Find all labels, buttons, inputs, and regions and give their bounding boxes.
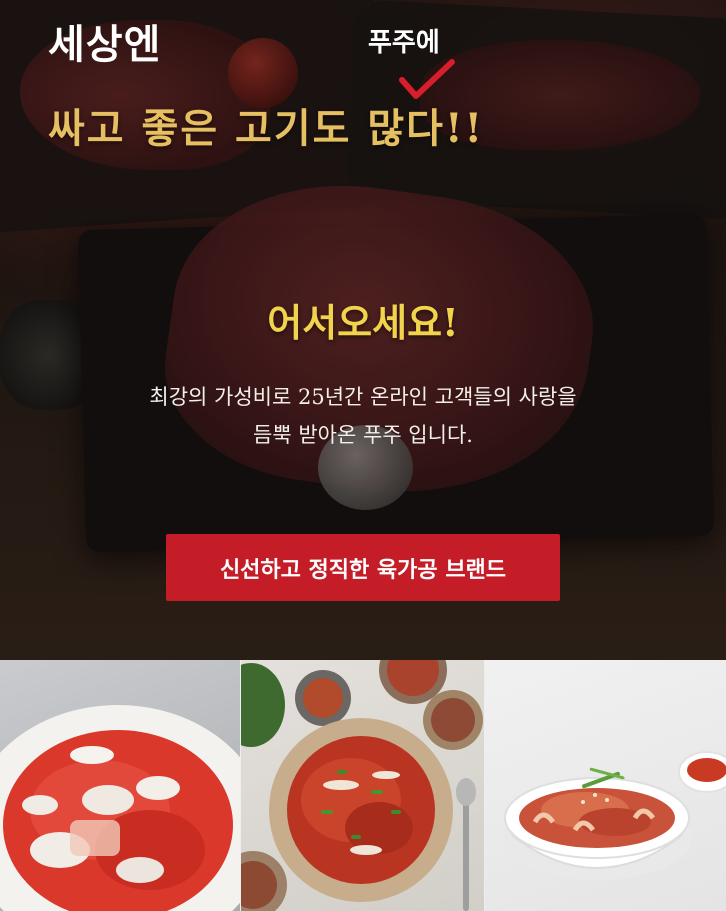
handwritten-note: 푸주에: [368, 28, 440, 58]
spicy-pork-squid-image: [0, 705, 240, 911]
welcome-title: 어서오세요!: [267, 300, 459, 345]
description-line: 듬뿍 받아온 푸주 입니다.: [253, 423, 473, 447]
brand-cta-button[interactable]: 신선하고 정직한 육가공 브랜드: [166, 534, 560, 601]
hero-description: 최강의 가성비로 25년간 온라인 고객들의 사랑을 듬뿍 받아온 푸주 입니다…: [0, 378, 726, 454]
product-tile-stir-fried-pork[interactable]: [240, 660, 484, 911]
product-image-strip: [0, 660, 726, 911]
product-tile-spicy-pork-squid[interactable]: [0, 660, 240, 911]
headline-main: 싸고 좋은 고기도 많다!!: [48, 105, 485, 152]
product-tile-spicy-pork-bowl[interactable]: [484, 660, 726, 911]
stir-fried-pork-image: [241, 660, 483, 911]
headline-small: 세상엔: [48, 22, 162, 68]
hero-banner: 세상엔 푸주에 싸고 좋은 고기도 많다!! 어서오세요! 최강의 가성비로 2…: [0, 0, 726, 660]
description-line: 최강의 가성비로 25년간 온라인 고객들의 사랑을: [149, 385, 577, 409]
spicy-pork-bowl-image: [502, 751, 726, 880]
